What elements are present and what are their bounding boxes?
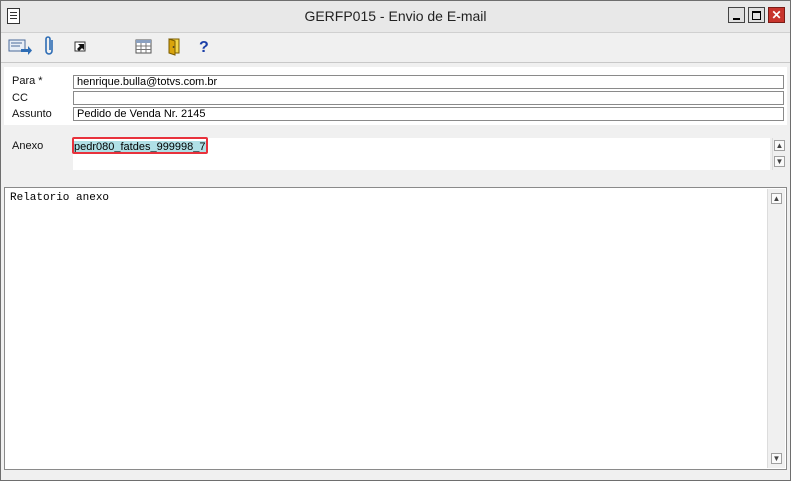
to-field[interactable]: henrique.bulla@totvs.com.br <box>73 75 784 89</box>
message-scrollbar[interactable]: ▲ ▼ <box>767 189 785 468</box>
exit-door-icon[interactable] <box>167 36 183 56</box>
message-body[interactable]: Relatorio anexo ▲ ▼ <box>4 187 787 470</box>
cc-label: CC <box>12 92 28 104</box>
maximize-button[interactable] <box>748 7 765 23</box>
toolbar-divider <box>1 62 790 63</box>
paperclip-icon[interactable] <box>44 36 56 56</box>
minimize-button[interactable] <box>728 7 745 23</box>
calendar-grid-icon[interactable] <box>135 36 153 56</box>
status-strip <box>1 471 790 480</box>
window-title: GERFP015 - Envio de E-mail <box>304 8 487 24</box>
subject-label: Assunto <box>12 108 52 120</box>
message-body-text: Relatorio anexo <box>10 192 110 204</box>
attachment-label: Anexo <box>12 140 44 152</box>
cursor-arrow-icon[interactable] <box>74 36 88 56</box>
toolbar: ? <box>1 33 790 59</box>
attachment-scrollbar[interactable]: ▲ ▼ <box>772 138 787 170</box>
chevron-up-icon[interactable]: ▲ <box>774 140 785 151</box>
send-email-icon[interactable] <box>8 36 32 56</box>
title-bar[interactable]: GERFP015 - Envio de E-mail ✕ <box>1 1 790 33</box>
subject-field[interactable]: Pedido de Venda Nr. 2145 <box>73 107 784 121</box>
svg-text:?: ? <box>199 39 209 56</box>
help-question-icon[interactable]: ? <box>197 36 211 56</box>
chevron-down-icon[interactable]: ▼ <box>774 156 785 167</box>
chevron-up-icon[interactable]: ▲ <box>771 193 782 204</box>
close-button[interactable]: ✕ <box>768 7 785 23</box>
attachment-highlight <box>72 137 208 154</box>
email-window: GERFP015 - Envio de E-mail ✕ ? Para * he… <box>0 0 791 481</box>
to-label: Para * <box>12 75 43 87</box>
cc-field[interactable] <box>73 91 784 105</box>
chevron-down-icon[interactable]: ▼ <box>771 453 782 464</box>
